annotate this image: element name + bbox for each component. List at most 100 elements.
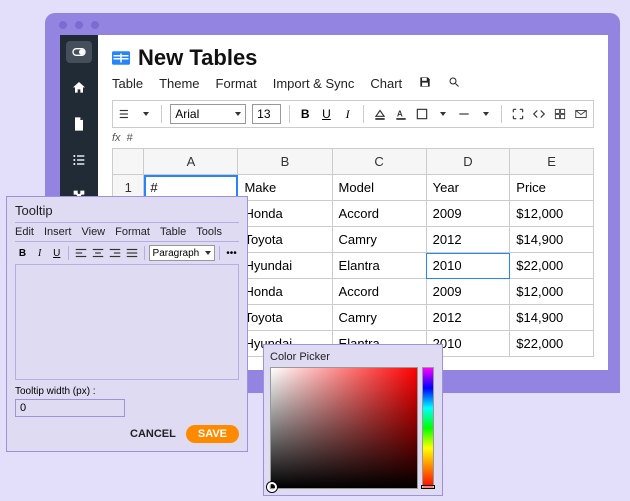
font-size: 13 (257, 107, 270, 121)
cell[interactable]: Price (510, 175, 594, 201)
font-select[interactable]: Arial (170, 104, 246, 124)
cell[interactable]: Toyota (238, 305, 332, 331)
search-icon[interactable] (448, 76, 460, 91)
menu-format[interactable]: Format (216, 76, 257, 91)
cell[interactable]: $12,000 (510, 201, 594, 227)
cell[interactable]: Honda (238, 201, 332, 227)
expand-icon[interactable] (510, 105, 525, 123)
underline-button[interactable]: U (49, 245, 64, 261)
chevron-down-icon[interactable] (440, 112, 446, 116)
grid-icon[interactable] (553, 105, 568, 123)
col-header[interactable]: E (510, 149, 594, 175)
italic-button[interactable]: I (340, 105, 355, 123)
cell[interactable]: 2010 (426, 253, 510, 279)
tp-menu-edit[interactable]: Edit (15, 226, 34, 238)
cell[interactable]: $12,000 (510, 279, 594, 305)
page-title: New Tables (138, 45, 257, 71)
color-cursor-icon[interactable] (267, 482, 277, 492)
cell[interactable]: $22,000 (510, 253, 594, 279)
cell[interactable]: $14,900 (510, 305, 594, 331)
menu-table[interactable]: Table (112, 76, 143, 91)
tp-menu-format[interactable]: Format (115, 226, 150, 238)
separator (144, 246, 145, 260)
col-header[interactable]: C (332, 149, 426, 175)
align-justify-button[interactable] (125, 245, 140, 261)
cell[interactable]: Elantra (332, 253, 426, 279)
tooltip-title: Tooltip (15, 203, 239, 218)
save-icon[interactable] (418, 75, 432, 92)
window-controls (59, 21, 99, 29)
table-icon (112, 51, 130, 65)
menu-importsync[interactable]: Import & Sync (273, 76, 355, 91)
cell[interactable]: 2009 (426, 279, 510, 305)
sidebar-item-home[interactable] (66, 77, 92, 99)
separator (161, 105, 162, 123)
cell[interactable]: Make (238, 175, 332, 201)
paragraph-select[interactable]: Paragraph (149, 245, 215, 261)
hue-cursor-icon[interactable] (421, 485, 435, 489)
bold-button[interactable]: B (15, 245, 30, 261)
separator (68, 246, 69, 260)
text-color-button[interactable]: A (393, 105, 408, 123)
color-gradient[interactable] (270, 367, 418, 489)
color-picker-panel: Color Picker (263, 344, 443, 496)
cell[interactable]: Toyota (238, 227, 332, 253)
tooltip-width-label: Tooltip width (px) : (15, 386, 239, 397)
paragraph-label: Paragraph (153, 248, 200, 259)
col-header[interactable]: A (144, 149, 238, 175)
chevron-down-icon[interactable] (483, 112, 489, 116)
sidebar-item-toggle[interactable] (66, 41, 92, 63)
italic-button[interactable]: I (32, 245, 47, 261)
tooltip-editor[interactable] (15, 265, 239, 380)
title-row: New Tables (112, 45, 594, 71)
hue-slider[interactable] (422, 367, 434, 489)
save-button[interactable]: SAVE (186, 425, 239, 443)
sidebar-item-file[interactable] (66, 113, 92, 135)
border-button[interactable] (414, 105, 429, 123)
menu-chart[interactable]: Chart (370, 76, 402, 91)
cell[interactable]: Accord (332, 279, 426, 305)
col-header[interactable]: B (238, 149, 332, 175)
align-left-button[interactable] (73, 245, 88, 261)
cell[interactable]: Model (332, 175, 426, 201)
tooltip-width-input[interactable] (15, 399, 125, 417)
tooltip-menubar: Edit Insert View Format Table Tools (15, 222, 239, 242)
menu-theme[interactable]: Theme (159, 76, 199, 91)
more-button[interactable]: ••• (224, 245, 239, 261)
fx-value: # (127, 132, 133, 144)
cell[interactable]: Honda (238, 279, 332, 305)
formula-bar[interactable]: fx # (112, 132, 594, 144)
underline-button[interactable]: U (319, 105, 334, 123)
tp-menu-view[interactable]: View (81, 226, 105, 238)
line-style-button[interactable] (457, 105, 472, 123)
dot-icon (75, 21, 83, 29)
code-icon[interactable] (531, 105, 546, 123)
col-header[interactable]: D (426, 149, 510, 175)
cell[interactable]: Hyundai (238, 253, 332, 279)
cell[interactable]: 2012 (426, 227, 510, 253)
cell[interactable]: 2012 (426, 305, 510, 331)
cell[interactable]: $22,000 (510, 331, 594, 357)
chevron-down-icon[interactable] (143, 112, 149, 116)
separator (289, 105, 290, 123)
font-size-select[interactable]: 13 (252, 104, 281, 124)
align-center-button[interactable] (90, 245, 105, 261)
bold-button[interactable]: B (298, 105, 313, 123)
cell[interactable]: Year (426, 175, 510, 201)
tp-menu-insert[interactable]: Insert (44, 226, 72, 238)
cell[interactable]: 2009 (426, 201, 510, 227)
fill-color-button[interactable] (372, 105, 387, 123)
tp-menu-tools[interactable]: Tools (196, 226, 222, 238)
cell[interactable]: Accord (332, 201, 426, 227)
toolbar: Arial 13 B U I A (112, 100, 594, 128)
align-right-button[interactable] (107, 245, 122, 261)
cell[interactable]: Camry (332, 305, 426, 331)
sidebar-item-list[interactable] (66, 149, 92, 171)
cell[interactable]: Camry (332, 227, 426, 253)
cancel-button[interactable]: CANCEL (130, 428, 176, 440)
corner-cell[interactable] (113, 149, 144, 175)
row-settings-icon[interactable] (117, 105, 132, 123)
mail-icon[interactable] (574, 105, 589, 123)
cell[interactable]: $14,900 (510, 227, 594, 253)
tp-menu-table[interactable]: Table (160, 226, 186, 238)
